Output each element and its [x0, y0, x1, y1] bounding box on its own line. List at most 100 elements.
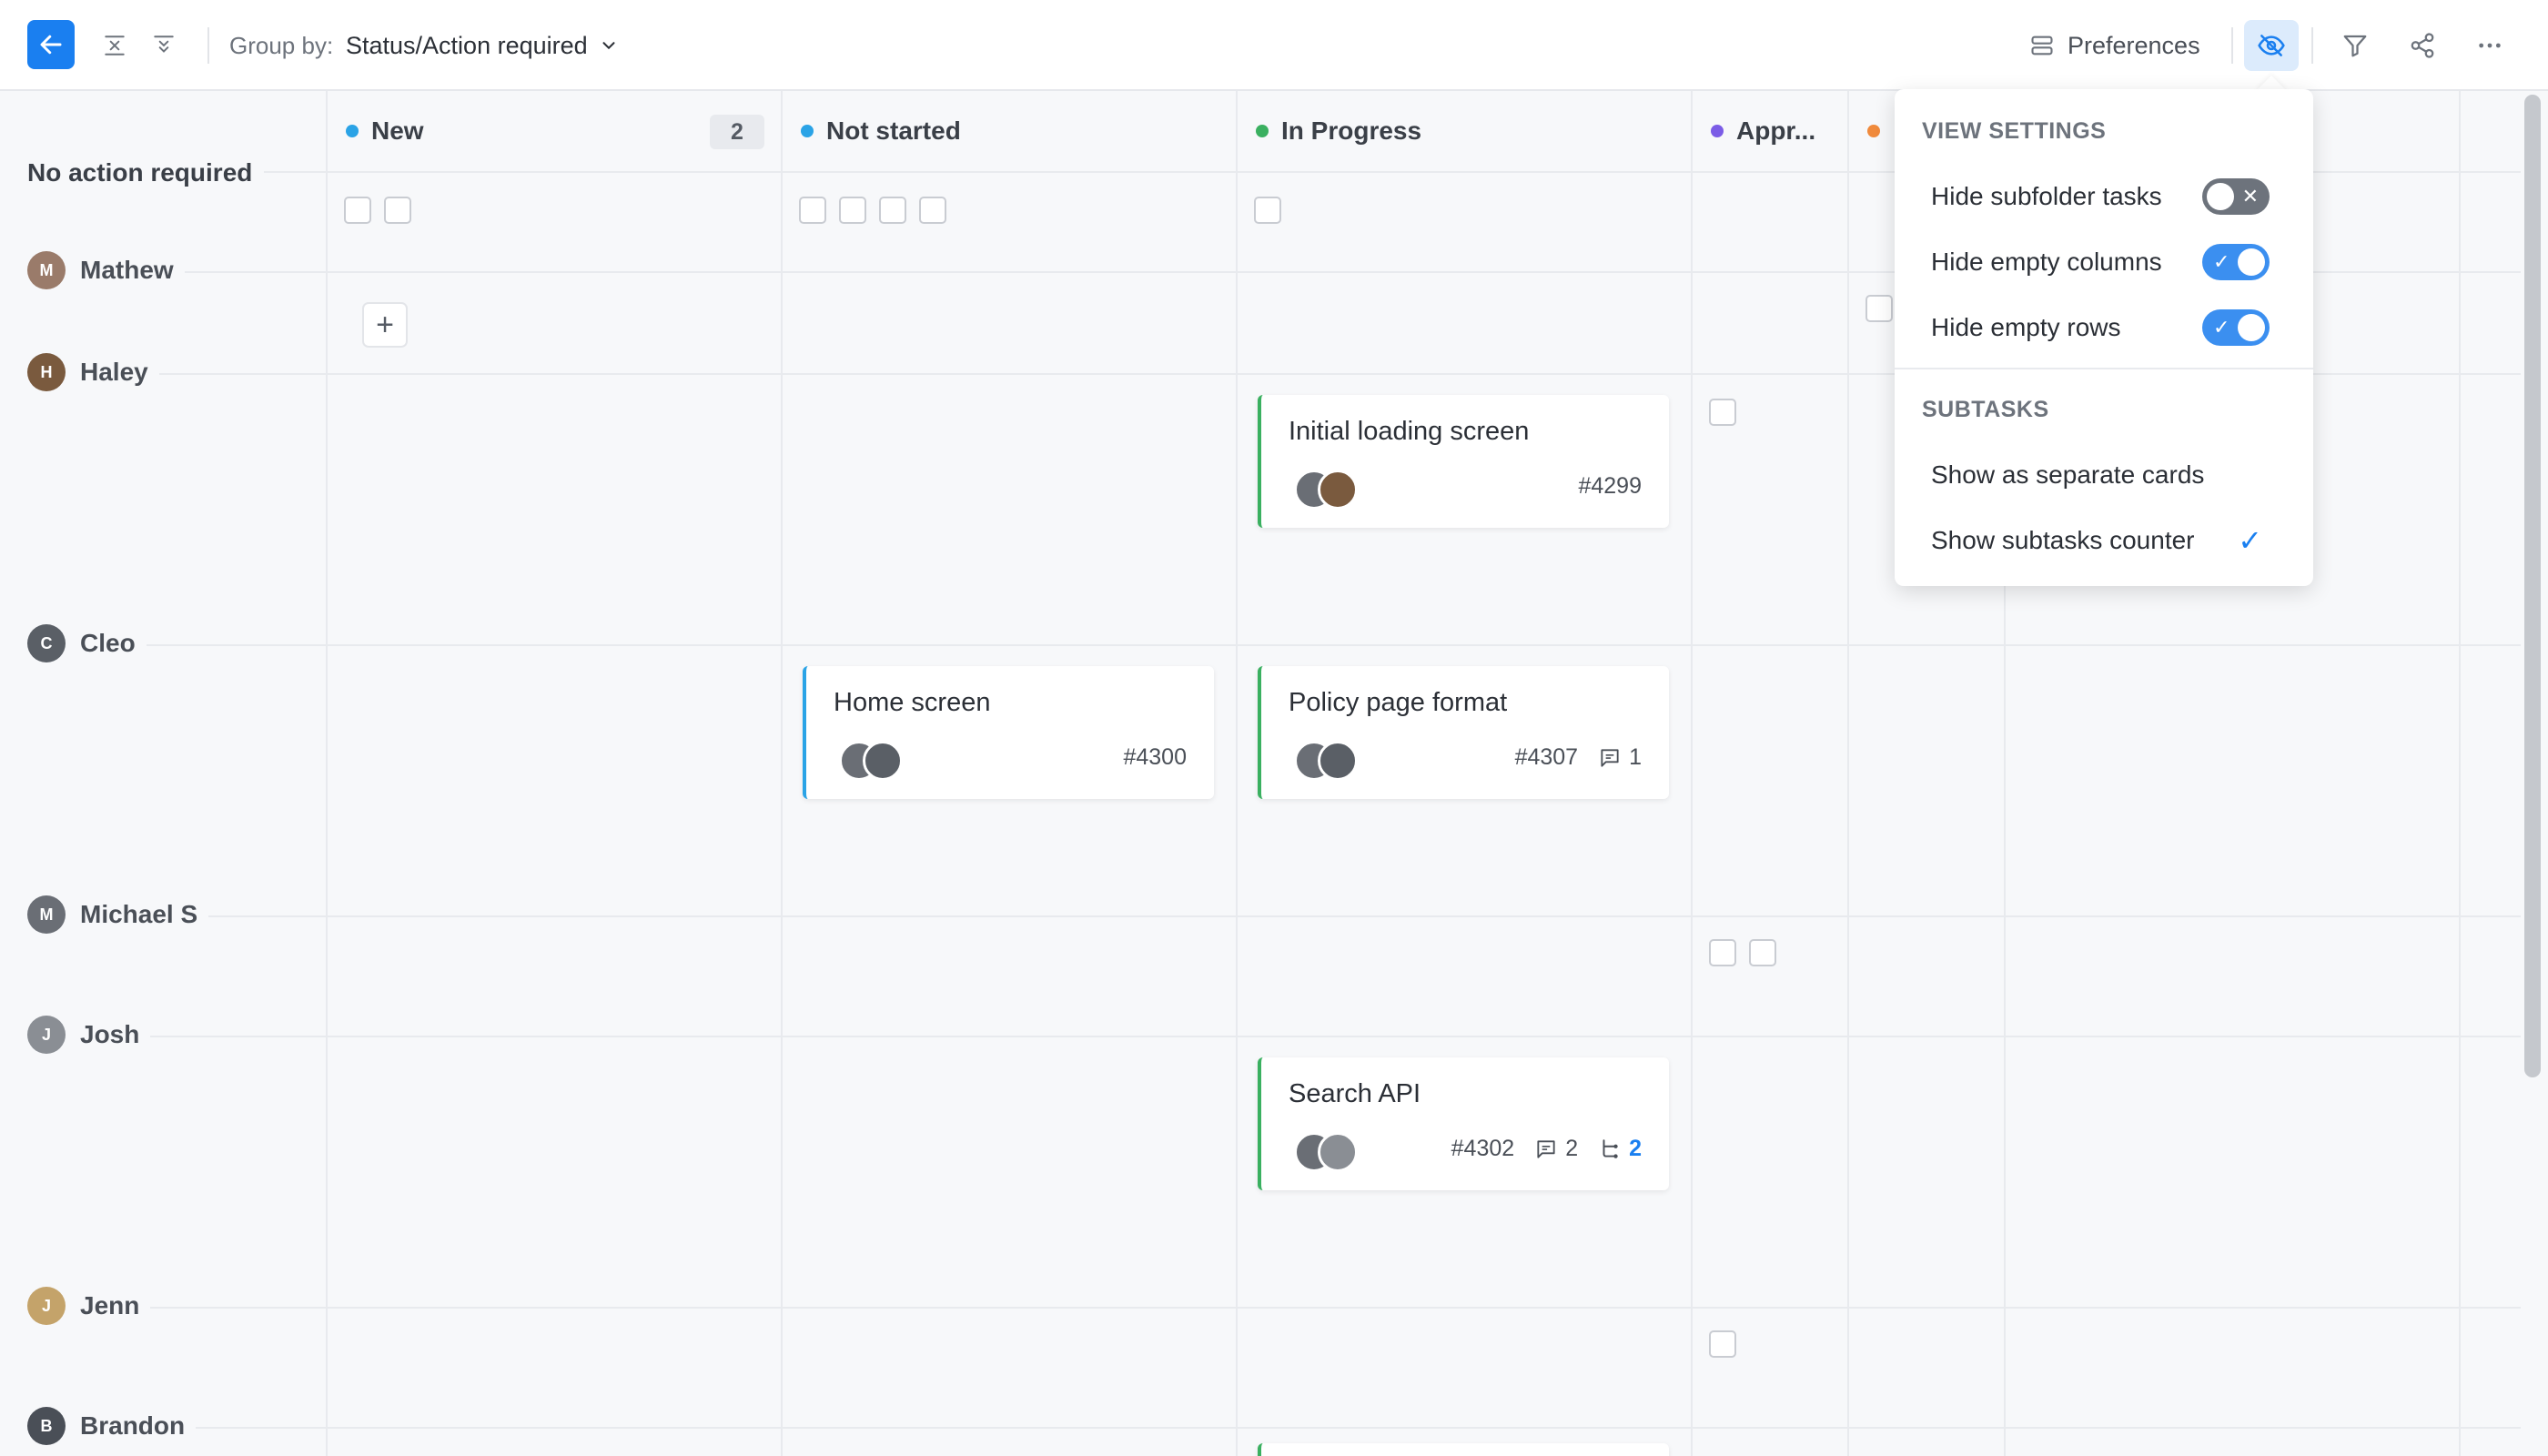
row-label-line: [146, 1036, 326, 1037]
add-task-button[interactable]: +: [362, 302, 408, 348]
avatar: C: [27, 624, 66, 662]
option-label: Hide empty rows: [1931, 313, 2121, 341]
check-icon: ✓: [2213, 250, 2230, 273]
collapsed-card-checkbox[interactable]: [919, 197, 946, 224]
filter-button[interactable]: [2331, 22, 2379, 69]
show-subtasks-counter-option[interactable]: Show subtasks counter ✓: [1904, 511, 2304, 570]
collapse-icon: [105, 35, 125, 56]
top-toolbar: Group by: Status/Action required Prefere…: [0, 0, 2548, 91]
hide-subfolder-tasks-toggle[interactable]: ✕: [2202, 178, 2270, 215]
comment-icon: [1601, 748, 1619, 767]
card-assignees: [1294, 741, 1358, 781]
row-name: Mathew: [80, 256, 174, 284]
subtask-counter[interactable]: 2: [1598, 1136, 1642, 1162]
collapsed-card-checkbox[interactable]: [799, 197, 826, 224]
group-by-dropdown[interactable]: Status/Action required: [346, 27, 619, 64]
task-card[interactable]: Home screen #4300: [803, 666, 1214, 799]
row-label-line: [155, 373, 326, 375]
vertical-scrollbar[interactable]: [2524, 95, 2541, 1077]
toggle-knob: [2238, 314, 2265, 341]
collapsed-card-checkbox[interactable]: [879, 197, 906, 224]
card-title: Search API: [1289, 1079, 1421, 1108]
back-button[interactable]: [27, 20, 75, 69]
card-assignees: [1294, 470, 1358, 510]
hide-empty-rows-toggle[interactable]: ✓: [2202, 309, 2270, 346]
section-label: No action required: [27, 158, 253, 187]
task-card[interactable]: Search API #4302 2 2: [1258, 1057, 1669, 1190]
row-label-haley[interactable]: H Haley: [27, 353, 159, 391]
row-label-cleo[interactable]: C Cleo: [27, 624, 147, 662]
collapse-all-button[interactable]: [91, 22, 138, 69]
row-label-josh[interactable]: J Josh: [27, 1016, 151, 1054]
task-card[interactable]: Policy page format #4307 1: [1258, 666, 1669, 799]
row-divider: [326, 1307, 2521, 1309]
group-by-label: Group by:: [229, 31, 334, 59]
row-name: Jenn: [80, 1291, 140, 1320]
card-assignees: [1294, 1132, 1358, 1172]
expand-all-button[interactable]: [140, 22, 187, 69]
card-title: Initial loading screen: [1289, 417, 1530, 446]
avatar: H: [27, 353, 66, 391]
collapsed-card-checkbox[interactable]: [344, 197, 371, 224]
view-settings-button[interactable]: [2244, 20, 2299, 71]
column-divider: [781, 91, 783, 1456]
row-name: Cleo: [80, 629, 136, 657]
task-card[interactable]: [1258, 1443, 1669, 1456]
collapsed-card-checkbox[interactable]: [1709, 939, 1736, 966]
row-label-brandon[interactable]: B Brandon: [27, 1407, 197, 1445]
row-name: Haley: [80, 358, 148, 386]
collapsed-card-checkbox[interactable]: [1254, 197, 1281, 224]
show-as-separate-cards-option[interactable]: Show as separate cards: [1904, 446, 2304, 504]
hide-empty-columns-option[interactable]: Hide empty columns ✓: [1904, 233, 2304, 291]
popover-divider: [1895, 368, 2313, 369]
row-label-line: [136, 644, 326, 646]
card-title: Policy page format: [1289, 688, 1508, 717]
comment-count: 1: [1598, 744, 1642, 771]
hide-subfolder-tasks-option[interactable]: Hide subfolder tasks ✕: [1904, 167, 2304, 226]
status-dot: [1256, 125, 1269, 137]
column-header-in-progress[interactable]: In Progress: [1256, 91, 1421, 171]
column-header-hidden[interactable]: [1867, 91, 1893, 171]
row-divider: [326, 915, 2521, 917]
column-divider: [2459, 91, 2461, 1456]
card-assignees: [839, 741, 903, 781]
row-label-line: [146, 1307, 326, 1309]
subtask-icon: [1603, 1138, 1618, 1158]
row-label-line: [264, 171, 326, 173]
collapsed-card-checkbox[interactable]: [384, 197, 411, 224]
preferences-icon: [2031, 35, 2053, 56]
column-header-new[interactable]: New: [346, 91, 424, 171]
hide-empty-rows-option[interactable]: Hide empty rows ✓: [1904, 298, 2304, 357]
share-icon: [2411, 33, 2434, 58]
row-name: Josh: [80, 1020, 140, 1048]
column-title: Appr...: [1736, 116, 1816, 145]
task-card[interactable]: Initial loading screen #4299: [1258, 395, 1669, 528]
collapsed-card-checkbox[interactable]: [1866, 295, 1893, 322]
collapsed-card-checkbox[interactable]: [1709, 399, 1736, 426]
row-label-mathew[interactable]: M Mathew: [27, 251, 185, 289]
collapsed-card-checkbox[interactable]: [1749, 939, 1776, 966]
plus-icon: +: [376, 307, 394, 342]
card-id: #4300: [1123, 744, 1187, 770]
column-header-not-started[interactable]: Not started: [801, 91, 961, 171]
preferences-button[interactable]: Preferences: [2029, 24, 2200, 67]
option-label: Show subtasks counter: [1931, 526, 2195, 554]
column-divider: [1691, 91, 1693, 1456]
avatar: [1318, 1132, 1358, 1172]
column-divider: [1236, 91, 1238, 1456]
row-label-michael-s[interactable]: M Michael S: [27, 895, 209, 934]
hide-empty-columns-toggle[interactable]: ✓: [2202, 244, 2270, 280]
avatar: [1318, 741, 1358, 781]
column-header-approval[interactable]: Appr...: [1711, 91, 1815, 171]
comment-icon: [1537, 1139, 1555, 1158]
column-title: New: [371, 116, 424, 145]
row-label-jenn[interactable]: J Jenn: [27, 1287, 151, 1325]
collapsed-card-checkbox[interactable]: [1709, 1330, 1736, 1358]
more-options-button[interactable]: [2466, 22, 2513, 69]
share-button[interactable]: [2399, 22, 2446, 69]
preferences-label: Preferences: [2068, 31, 2200, 59]
avatar: B: [27, 1407, 66, 1445]
collapsed-card-checkbox[interactable]: [839, 197, 866, 224]
avatar: J: [27, 1016, 66, 1054]
comment-count: 2: [1534, 1136, 1578, 1162]
